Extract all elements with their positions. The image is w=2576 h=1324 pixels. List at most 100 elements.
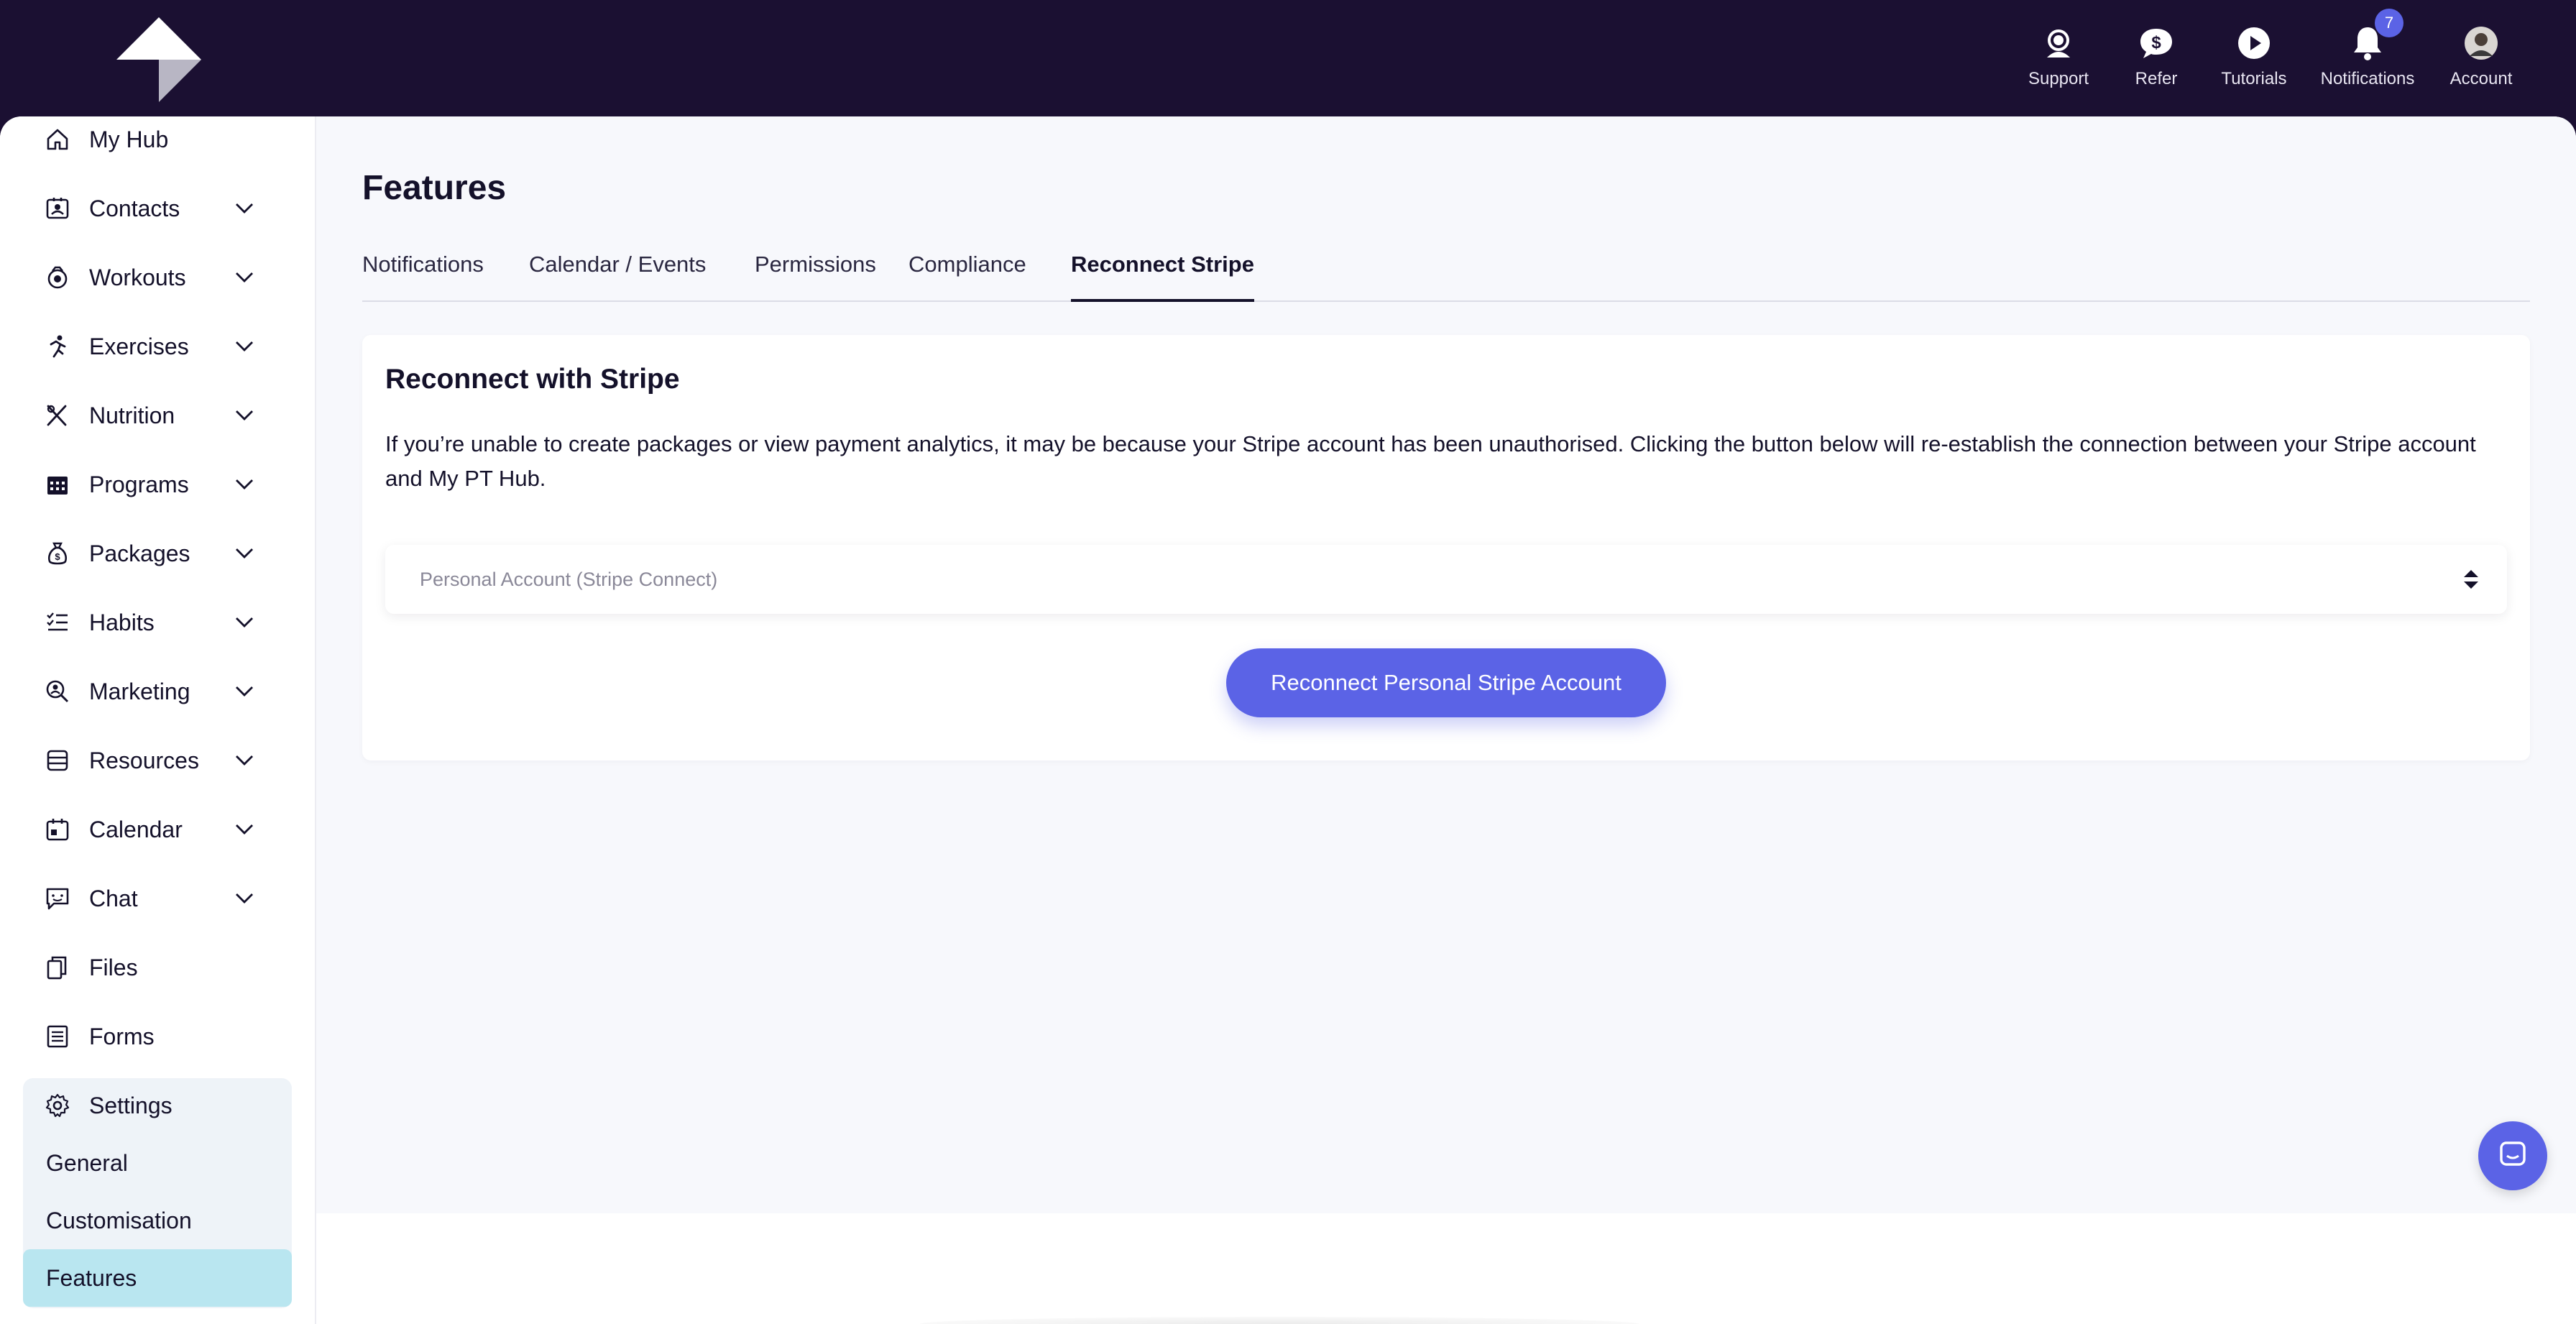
sort-arrows-icon [2461,568,2481,591]
search-person-icon [43,677,72,706]
dollar-chat-icon: $ [2107,22,2205,65]
account-label: Account [2450,69,2513,88]
sidebar-item-forms[interactable]: Forms [23,1008,290,1065]
chevron-down-icon[interactable] [230,608,259,637]
sidebar-item-settings[interactable]: Settings [23,1077,290,1134]
refer-button[interactable]: $ Refer [2107,22,2205,89]
tab-compliance[interactable]: Compliance [908,252,1026,302]
sidebar-item-label: Calendar [89,816,183,842]
tab-bar: Notifications Calendar / Events Permissi… [362,252,2530,302]
sidebar-item-packages[interactable]: $ Packages [23,525,290,582]
play-icon [2205,22,2303,65]
money-bag-icon: $ [43,539,72,568]
chevron-down-icon[interactable] [230,332,259,361]
sidebar-item-chat[interactable]: Chat [23,870,290,927]
notifications-badge: 7 [2375,9,2404,37]
top-nav: Support $ Refer Tutorials 7 Notification… [2010,9,2530,89]
chevron-down-icon[interactable] [230,263,259,292]
support-button[interactable]: Support [2010,22,2107,89]
files-icon [43,953,72,982]
chevron-down-icon[interactable] [230,470,259,499]
sidebar-item-habits[interactable]: Habits [23,594,290,651]
tab-calendar-events[interactable]: Calendar / Events [529,252,706,302]
sidebar-item-exercises[interactable]: Exercises [23,318,290,375]
chevron-down-icon[interactable] [230,194,259,223]
gear-icon [43,1091,72,1120]
app-logo[interactable] [115,16,203,104]
sidebar-item-label: Forms [89,1023,155,1049]
database-icon [43,746,72,775]
chat-launcher-button[interactable] [2478,1121,2547,1190]
tutorials-label: Tutorials [2221,69,2287,88]
sidebar: My Hub Contacts Workouts Exercises Nutri… [0,116,316,1324]
account-type-select[interactable]: Personal Account (Stripe Connect) [385,545,2507,614]
sidebar-item-contacts[interactable]: Contacts [23,180,290,237]
svg-text:$: $ [2151,33,2161,52]
chevron-down-icon[interactable] [230,539,259,568]
checklist-icon [43,608,72,637]
sidebar-item-label: Resources [89,747,199,773]
tutorials-button[interactable]: Tutorials [2205,22,2303,89]
sidebar-item-label: Files [89,954,138,980]
chat-bubble-icon [2497,1139,2529,1174]
sidebar-item-label: Marketing [89,678,190,704]
notifications-label: Notifications [2320,69,2415,88]
sidebar-item-label: Programs [89,471,189,497]
bell-icon [2303,22,2432,65]
home-icon [43,125,72,154]
sidebar-item-label: Workouts [89,264,186,290]
sidebar-subitem-features[interactable]: Features [23,1249,292,1307]
card-description: If you’re unable to create packages or v… [385,431,2476,491]
calendar-grid-icon [43,470,72,499]
sidebar-item-marketing[interactable]: Marketing [23,663,290,720]
chevron-down-icon[interactable] [230,746,259,775]
tab-permissions[interactable]: Permissions [755,252,876,302]
account-type-select-value: Personal Account (Stripe Connect) [420,568,718,590]
account-button[interactable]: Account [2432,22,2530,89]
sidebar-subitem-customisation[interactable]: Customisation [23,1192,292,1249]
reconnect-stripe-button[interactable]: Reconnect Personal Stripe Account [1226,648,1666,717]
top-bar: Support $ Refer Tutorials 7 Notification… [0,0,2576,116]
workouts-icon [43,263,72,292]
sidebar-item-nutrition[interactable]: Nutrition [23,387,290,444]
sidebar-item-workouts[interactable]: Workouts [23,249,290,306]
chevron-down-icon[interactable] [230,815,259,844]
running-icon [43,332,72,361]
notifications-button[interactable]: 7 Notifications [2303,9,2432,89]
chat-icon [43,884,72,913]
reconnect-stripe-card: Reconnect with Stripe If you’re unable t… [362,335,2530,760]
support-label: Support [2028,69,2089,88]
forms-icon [43,1022,72,1051]
refer-label: Refer [2135,69,2178,88]
support-headset-icon [2010,22,2107,65]
sidebar-item-files[interactable]: Files [23,939,290,996]
sidebar-item-programs[interactable]: Programs [23,456,290,513]
sidebar-item-label: Contacts [89,195,180,221]
app-shell: My Hub Contacts Workouts Exercises Nutri… [0,116,2576,1324]
sidebar-item-label: Nutrition [89,402,175,428]
sidebar-item-label: Settings [89,1092,172,1118]
sidebar-item-label: Habits [89,609,155,635]
avatar [2432,22,2530,65]
utensils-icon [43,401,72,430]
chevron-down-icon[interactable] [230,401,259,430]
drop-shadow [920,1317,1639,1324]
card-title: Reconnect with Stripe [385,364,680,395]
sidebar-item-label: My Hub [89,126,169,152]
tab-notifications[interactable]: Notifications [362,252,484,302]
sidebar-item-label: Exercises [89,333,189,359]
chevron-down-icon[interactable] [230,677,259,706]
tab-reconnect-stripe[interactable]: Reconnect Stripe [1071,252,1254,302]
contacts-icon [43,194,72,223]
sidebar-item-label: Chat [89,885,138,911]
svg-text:$: $ [55,551,60,562]
page-title: Features [362,169,507,207]
sidebar-item-calendar[interactable]: Calendar [23,801,290,858]
sidebar-item-my-hub[interactable]: My Hub [23,116,290,168]
sidebar-subitem-general[interactable]: General [23,1134,292,1192]
content-footer [316,1213,2576,1324]
calendar-icon [43,815,72,844]
main-content: Features Notifications Calendar / Events… [316,116,2576,1213]
chevron-down-icon[interactable] [230,884,259,913]
sidebar-item-resources[interactable]: Resources [23,732,290,789]
